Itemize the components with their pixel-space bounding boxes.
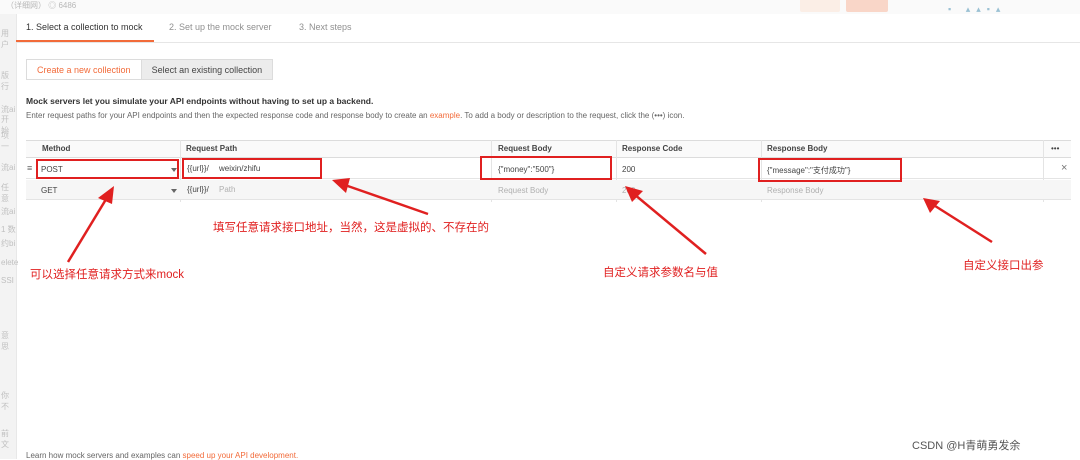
watermark: CSDN @H青萌勇发余 — [912, 440, 1021, 452]
arrow-method — [66, 195, 110, 263]
arrow-path — [341, 182, 429, 216]
arrow-response — [931, 202, 993, 244]
arrow-body — [633, 193, 707, 255]
annotation-body: 自定义请求参数名与值 — [603, 267, 718, 279]
annotation-path: 填写任意请求接口地址，当然，这是虚拟的、不存在的 — [213, 222, 489, 234]
annotation-response: 自定义接口出参 — [963, 260, 1044, 272]
annotation-arrows — [66, 178, 993, 263]
annotation-method: 可以选择任意请求方式来mock — [30, 269, 184, 281]
